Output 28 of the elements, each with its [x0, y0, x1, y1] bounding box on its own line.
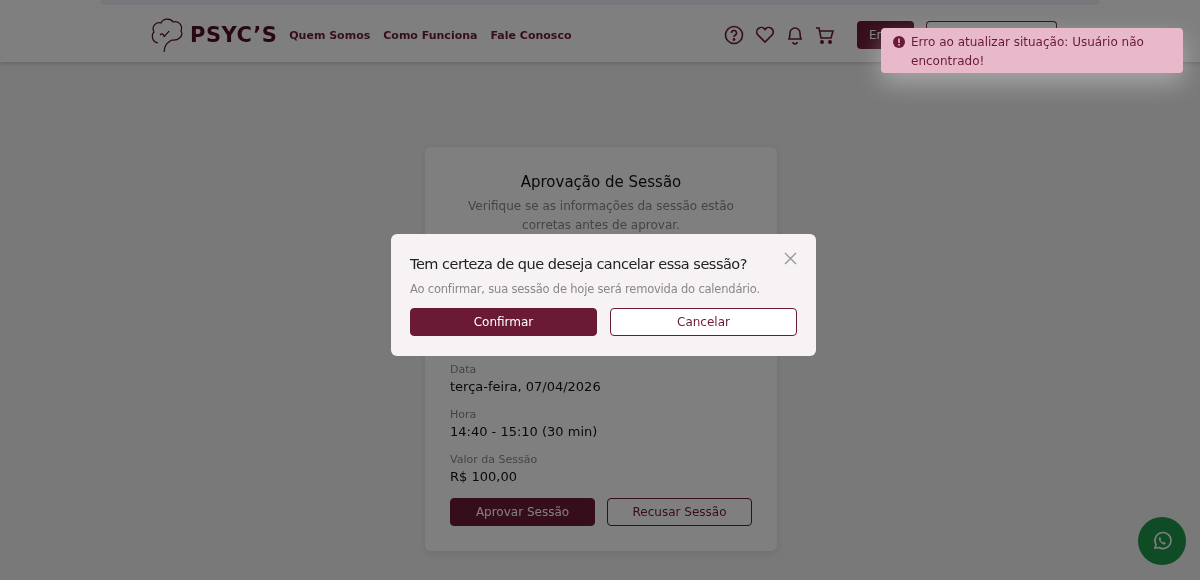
- field-label: Valor da Sessão: [450, 453, 539, 466]
- tree-logo-icon: [150, 17, 184, 53]
- nav-link[interactable]: Como Funciona: [383, 28, 478, 42]
- error-message: Erro ao atualizar situação: Usuário não encontrado!: [911, 34, 1145, 69]
- field-value: terça-feira, 07/04/2026: [450, 379, 602, 394]
- help-icon[interactable]: [724, 25, 744, 45]
- cancel-button[interactable]: Cancelar: [610, 308, 797, 336]
- nav-link[interactable]: Fale Conosco: [490, 28, 572, 42]
- cart-icon[interactable]: [815, 25, 835, 45]
- logo-text[interactable]: PSYC’S: [190, 23, 278, 47]
- dialog-message: Ao confirmar, sua sessão de hoje será removida do calendário.: [410, 282, 761, 296]
- nav-link[interactable]: Quem Somos: [289, 28, 371, 42]
- card-title: Aprovação de Sessão: [519, 173, 683, 191]
- error-icon: [893, 36, 905, 48]
- field-label: Hora: [450, 408, 478, 421]
- heart-icon[interactable]: [755, 26, 775, 44]
- refuse-button[interactable]: Recusar Sessão: [607, 498, 752, 526]
- chat-bubble-icon: [1151, 530, 1173, 552]
- field-value: 14:40 - 15:10 (30 min): [450, 424, 599, 439]
- card-subtitle: Verifique se as informações da sessão estão corretas antes de aprovar.: [467, 198, 735, 234]
- field-label: Data: [450, 363, 478, 376]
- close-icon[interactable]: [784, 252, 797, 265]
- dialog-title: Tem certeza de que deseja cancelar essa sessão?: [410, 255, 747, 274]
- field-value: R$ 100,00: [450, 469, 518, 484]
- approve-button[interactable]: Aprovar Sessão: [450, 498, 595, 526]
- confirm-button[interactable]: Confirmar: [410, 308, 597, 336]
- bell-icon[interactable]: [786, 25, 804, 45]
- chat-button[interactable]: [1138, 517, 1186, 565]
